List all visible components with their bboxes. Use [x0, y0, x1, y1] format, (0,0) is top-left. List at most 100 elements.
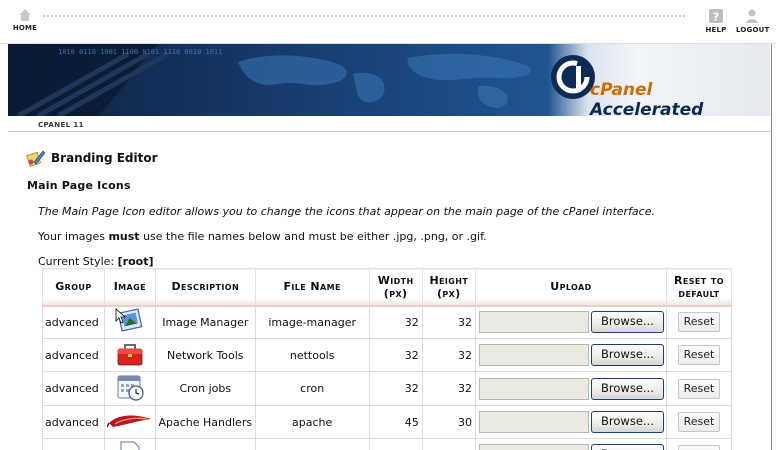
cell-group: advanced	[42, 338, 105, 372]
file-input[interactable]	[478, 377, 589, 400]
file-input[interactable]	[478, 411, 589, 433]
cell-height: 32	[421, 305, 476, 339]
top-toolbar: HOME ? HELP LOGOUT	[0, 0, 776, 44]
note-bold: must	[108, 230, 140, 243]
col-group: Group	[42, 268, 105, 307]
cell-image	[103, 438, 156, 450]
cell-upload: Browse...	[474, 371, 667, 406]
table-row: advanced Cron jobs cron 32 32 Browse... …	[42, 371, 733, 406]
browse-button[interactable]: Browse...	[590, 444, 664, 450]
reset-button[interactable]: Reset	[677, 312, 720, 333]
current-style-label: Current Style:	[38, 255, 118, 268]
calendar-clock-icon	[117, 375, 144, 401]
col-file-name: File Name	[254, 268, 370, 307]
current-style: Current Style: [root]	[38, 255, 154, 268]
cell-height: 32	[421, 338, 476, 372]
col-width: Width (px)	[368, 268, 423, 307]
col-image: Image	[103, 268, 156, 307]
cell-group: advanced	[42, 438, 105, 450]
apache-feather-icon	[106, 415, 151, 427]
col-reset-l2: default	[678, 286, 720, 300]
file-input[interactable]	[478, 344, 589, 366]
home-button[interactable]: HOME	[12, 8, 38, 32]
reset-button[interactable]: Reset	[677, 412, 720, 432]
file-format-note: Your images must use the file names belo…	[38, 230, 487, 243]
cell-upload: Browse...	[474, 305, 667, 339]
col-height-l1: Height	[429, 273, 469, 287]
cell-group: advanced	[42, 371, 105, 406]
table-row: advanced Apache Handlers apache 45 30 Br…	[42, 405, 733, 439]
help-button[interactable]: ? HELP	[704, 8, 728, 34]
cell-description: Apache Handlers	[154, 405, 256, 439]
cell-reset: Reset	[665, 338, 733, 372]
toolbox-icon	[117, 343, 143, 365]
cell-reset: Reset	[665, 371, 733, 406]
brand-prefix: cPanel	[590, 80, 653, 100]
cell-reset: Reset	[665, 405, 733, 439]
image-manager-icon	[115, 307, 143, 332]
version-tab[interactable]: CPANEL 11	[38, 121, 84, 129]
cell-image	[103, 371, 156, 406]
logout-label: LOGOUT	[736, 26, 770, 34]
browse-button[interactable]: Browse...	[590, 377, 664, 400]
brand-suffix: Accelerated	[590, 100, 704, 116]
svg-text:?: ?	[713, 11, 720, 24]
cell-height: 32	[421, 438, 476, 450]
cell-description: Cron jobs	[154, 371, 256, 406]
cell-reset: Reset	[665, 438, 733, 450]
cell-file-name: addonhandlers	[254, 438, 370, 450]
svg-text:1010 0110 1001 1100 0101 1110: 1010 0110 1001 1100 0101 1110 0010 1011	[58, 48, 222, 56]
cell-file-name: image-manager	[254, 305, 370, 339]
col-height: Height (px)	[421, 268, 476, 307]
table-header-row: Group Image Description File Name Width(…	[42, 268, 733, 307]
version-tab-line: CPANEL 11	[8, 118, 770, 132]
cell-description: Network Tools	[154, 338, 256, 372]
reset-button[interactable]: Reset	[677, 345, 720, 365]
home-icon	[19, 9, 31, 21]
table-row: advanced Add-on Handlers addonhandlers 3…	[42, 438, 733, 450]
note-after: use the file names below and must be eit…	[139, 230, 487, 243]
cell-file-name: nettools	[254, 338, 370, 372]
cell-file-name: apache	[254, 405, 370, 439]
cell-description: Add-on Handlers	[154, 438, 256, 450]
cell-width: 32	[368, 305, 423, 339]
col-reset-l1: Reset to	[674, 273, 724, 287]
file-input[interactable]	[478, 444, 589, 450]
cell-description: Image Manager	[154, 305, 256, 339]
icon-table: Group Image Description File Name Width(…	[42, 268, 733, 450]
section-title: Main Page Icons	[27, 179, 131, 192]
browse-button[interactable]: Browse...	[590, 411, 664, 433]
page-title-row: Branding Editor	[26, 148, 158, 168]
document-icon	[120, 441, 140, 450]
col-height-l2: (px)	[436, 286, 461, 300]
intro-text: The Main Page Icon editor allows you to …	[38, 205, 655, 218]
cell-image	[103, 338, 156, 372]
cell-upload: Browse...	[474, 438, 667, 450]
current-style-value: [root]	[117, 255, 154, 268]
toolbar-dots	[42, 14, 686, 18]
home-label: HOME	[12, 24, 38, 32]
branding-editor-icon	[26, 150, 46, 167]
col-width-l1: Width	[377, 273, 414, 287]
cell-width: 32	[368, 338, 423, 372]
table-row: advanced Image Manager image-manager 32 …	[42, 305, 733, 339]
cell-reset: Reset	[665, 305, 733, 339]
cell-width: 32	[368, 438, 423, 450]
help-icon: ?	[709, 9, 723, 24]
cell-upload: Browse...	[474, 405, 667, 439]
logout-button[interactable]: LOGOUT	[736, 8, 770, 34]
file-input[interactable]	[478, 311, 589, 334]
help-label: HELP	[705, 26, 727, 34]
cell-file-name: cron	[254, 371, 370, 406]
browse-button[interactable]: Browse...	[590, 344, 664, 366]
col-description: Description	[154, 268, 256, 307]
col-reset: Reset to default	[665, 268, 733, 307]
note-before: Your images	[38, 230, 109, 243]
browse-button[interactable]: Browse...	[590, 311, 664, 334]
cell-upload: Browse...	[474, 338, 667, 372]
reset-button[interactable]: Reset	[677, 378, 720, 399]
cell-image	[103, 305, 156, 339]
user-icon	[746, 9, 758, 23]
table-row: advanced Network Tools nettools 32 32 Br…	[42, 338, 733, 372]
reset-button[interactable]: Reset	[677, 445, 720, 450]
